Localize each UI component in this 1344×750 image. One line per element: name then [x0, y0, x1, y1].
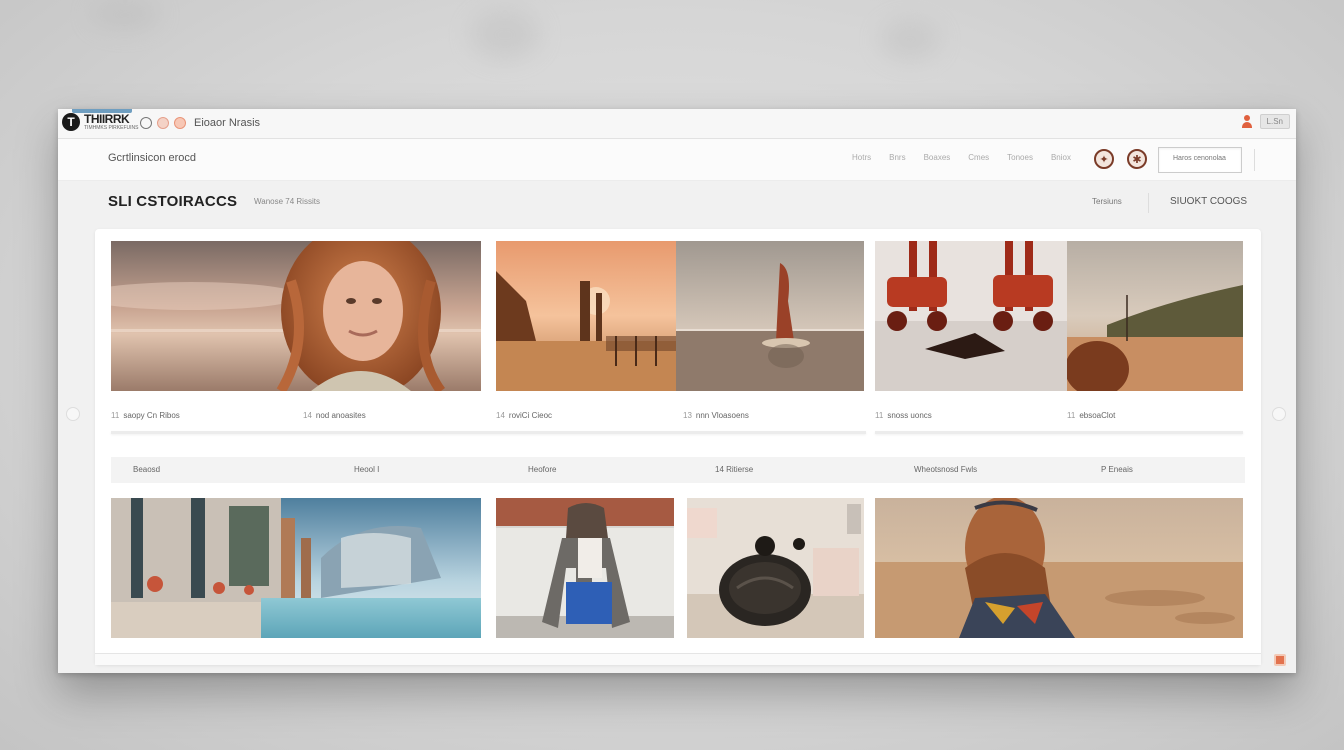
logo-text: THIIRRK	[84, 111, 130, 126]
photo-count: 11	[875, 411, 884, 420]
nav-link[interactable]: Boaxes	[924, 153, 951, 162]
divider	[1254, 149, 1255, 171]
label-strip: Beaosd Heool I Heofore 14 Ritierse Wheot…	[111, 457, 1245, 483]
page-subtitle: Wanose 74 Rissits	[254, 197, 320, 206]
photo-tile[interactable]	[687, 498, 864, 638]
header-button[interactable]: SIUOKT COOGS	[1170, 196, 1247, 207]
photo-title[interactable]: roviCi Cieoc	[509, 411, 552, 420]
window-controls	[140, 117, 186, 129]
photo-title[interactable]: snoss uoncs	[887, 411, 931, 420]
circle-icon[interactable]	[140, 117, 152, 129]
circle-icon[interactable]	[174, 117, 186, 129]
logo-subtext: TIMHMKS PIRKEFUINS	[84, 124, 139, 131]
prev-arrow-icon[interactable]	[66, 407, 80, 421]
nav-link[interactable]: Bniox	[1051, 153, 1071, 162]
nav-bar: Gcrtlinsicon erocd Hotrs Bnrs Boaxes Cme…	[58, 139, 1296, 181]
row-divider	[875, 431, 1243, 434]
photo-caption: 11 snoss uoncs	[875, 411, 932, 420]
strip-label[interactable]: Heool I	[354, 465, 379, 474]
photo-caption: 14 nod anoasites	[303, 411, 366, 420]
nav-location[interactable]: Gcrtlinsicon erocd	[108, 152, 196, 164]
photo-tile[interactable]	[111, 498, 481, 638]
photo-tile[interactable]	[875, 241, 1067, 391]
user-icon[interactable]	[1241, 114, 1252, 129]
next-arrow-icon[interactable]	[1272, 407, 1286, 421]
photo-caption: 13 nnn Vloasoens	[683, 411, 749, 420]
badge-icon[interactable]: ✱	[1127, 149, 1147, 169]
app-logo[interactable]: T THIIRRK TIMHMKS PIRKEFUINS	[62, 113, 138, 131]
gallery-footer	[95, 653, 1261, 665]
strip-label[interactable]: Beaosd	[133, 465, 160, 474]
photo-title[interactable]: saopy Cn Ribos	[123, 411, 179, 420]
nav-link[interactable]: Cmes	[968, 153, 989, 162]
toolbar-action-button[interactable]: L.Sn	[1259, 114, 1290, 129]
photo-tile[interactable]	[111, 241, 481, 391]
nav-link[interactable]: Bnrs	[889, 153, 905, 162]
photo-tile[interactable]	[875, 498, 1243, 638]
row-divider	[111, 431, 866, 434]
corner-icon[interactable]	[1274, 654, 1286, 666]
photo-tile[interactable]	[1067, 241, 1243, 391]
circle-icon[interactable]	[157, 117, 169, 129]
title-bar: T THIIRRK TIMHMKS PIRKEFUINS Eioaor Nras…	[58, 109, 1296, 139]
photo-caption: 11 ebsoaClot	[1067, 411, 1115, 420]
strip-label[interactable]: Heofore	[528, 465, 556, 474]
nav-link[interactable]: Hotrs	[852, 153, 871, 162]
compass-icon[interactable]: ✦	[1094, 149, 1114, 169]
search-field[interactable]: Haros cenonolaa	[1158, 147, 1242, 173]
photo-tile[interactable]	[676, 241, 864, 391]
strip-label[interactable]: 14 Ritierse	[715, 465, 753, 474]
page-title: SLI CSTOIRACCS	[108, 193, 238, 210]
app-window: T THIIRRK TIMHMKS PIRKEFUINS Eioaor Nras…	[58, 109, 1296, 673]
nav-links: Hotrs Bnrs Boaxes Cmes Tonoes Bniox	[852, 153, 1071, 162]
photo-count: 11	[1067, 411, 1076, 420]
photo-caption: 11 saopy Cn Ribos	[111, 411, 180, 420]
photo-title[interactable]: nod anoasites	[316, 411, 366, 420]
photo-count: 13	[683, 411, 692, 420]
logo-icon: T	[62, 113, 80, 131]
gallery-panel: 11 saopy Cn Ribos 14 nod anoasites 14 ro…	[95, 229, 1261, 665]
photo-count: 14	[496, 411, 505, 420]
photo-tile[interactable]	[496, 498, 674, 638]
strip-label[interactable]: P Eneais	[1101, 465, 1133, 474]
app-title: Eioaor Nrasis	[194, 117, 261, 129]
photo-caption: 14 roviCi Cieoc	[496, 411, 552, 420]
nav-link[interactable]: Tonoes	[1007, 153, 1033, 162]
photo-count: 14	[303, 411, 312, 420]
divider	[1148, 193, 1149, 213]
header-link[interactable]: Tersiuns	[1092, 197, 1122, 206]
photo-tile[interactable]	[496, 241, 676, 391]
photo-title[interactable]: nnn Vloasoens	[696, 411, 749, 420]
photo-count: 11	[111, 411, 120, 420]
strip-label[interactable]: Wheotsnosd Fwls	[914, 465, 977, 474]
photo-title[interactable]: ebsoaClot	[1079, 411, 1115, 420]
